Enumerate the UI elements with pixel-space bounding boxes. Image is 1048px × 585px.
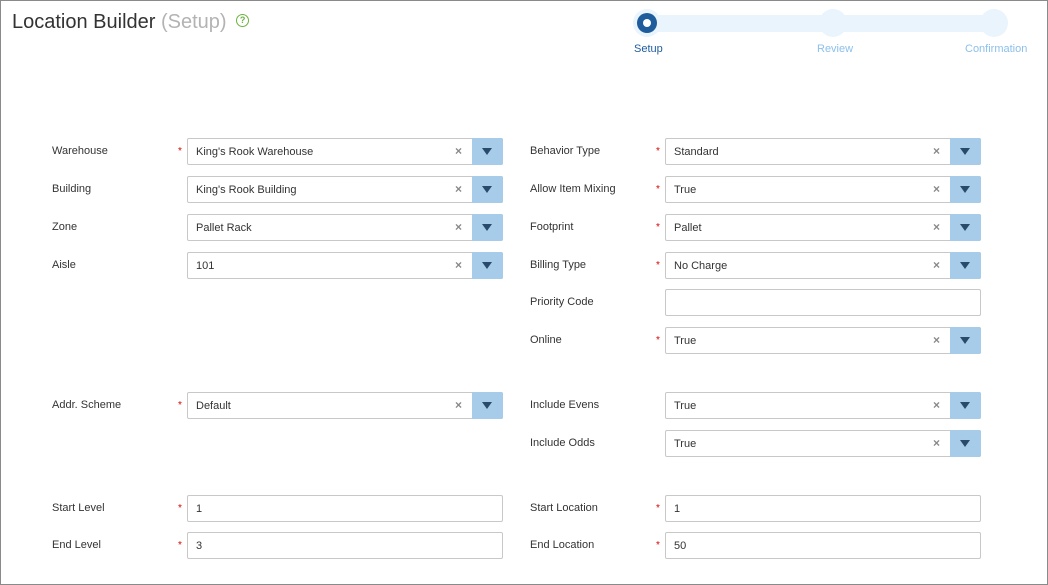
behavior-type-select[interactable]: Standard × — [665, 138, 981, 165]
allow-item-mixing-select[interactable]: True × — [665, 176, 981, 203]
aisle-label: Aisle — [52, 259, 76, 271]
clear-icon[interactable]: × — [455, 220, 462, 234]
behavior-type-value: Standard — [674, 146, 719, 158]
wizard-step-setup-label: Setup — [634, 43, 663, 55]
required-marker: * — [178, 400, 182, 411]
end-location-label: End Location — [530, 539, 595, 551]
required-marker: * — [656, 184, 660, 195]
clear-icon[interactable]: × — [933, 436, 940, 450]
clear-icon[interactable]: × — [933, 220, 940, 234]
clear-icon[interactable]: × — [933, 144, 940, 158]
required-marker: * — [656, 335, 660, 346]
start-level-value: 1 — [196, 503, 203, 515]
chevron-down-icon[interactable] — [950, 214, 981, 241]
chevron-down-icon[interactable] — [472, 138, 503, 165]
chevron-down-icon[interactable] — [472, 176, 503, 203]
billing-type-select[interactable]: No Charge × — [665, 252, 981, 279]
billing-type-label: Billing Type — [530, 259, 587, 271]
warehouse-label: Warehouse — [52, 145, 108, 157]
clear-icon[interactable]: × — [933, 333, 940, 347]
addr-scheme-label: Addr. Scheme — [52, 399, 122, 411]
footprint-select[interactable]: Pallet × — [665, 214, 981, 241]
required-marker: * — [656, 503, 660, 514]
chevron-down-icon[interactable] — [950, 138, 981, 165]
warehouse-select[interactable]: King's Rook Warehouse × — [187, 138, 503, 165]
wizard-step-confirmation-dot — [980, 9, 1008, 37]
include-odds-label: Include Odds — [530, 437, 595, 449]
footprint-value: Pallet — [674, 222, 702, 234]
online-label: Online — [530, 334, 562, 346]
online-value: True — [674, 335, 697, 347]
include-evens-label: Include Evens — [530, 399, 600, 411]
addr-scheme-value: Default — [196, 400, 231, 412]
aisle-select[interactable]: 101 × — [187, 252, 503, 279]
include-evens-select[interactable]: True × — [665, 392, 981, 419]
aisle-value: 101 — [196, 260, 215, 272]
clear-icon[interactable]: × — [455, 144, 462, 158]
chevron-down-icon[interactable] — [472, 214, 503, 241]
clear-icon[interactable]: × — [933, 182, 940, 196]
building-label: Building — [52, 183, 92, 195]
priority-code-label: Priority Code — [530, 296, 594, 308]
allow-item-mixing-value: True — [674, 184, 697, 196]
chevron-down-icon[interactable] — [950, 327, 981, 354]
required-marker: * — [178, 540, 182, 551]
clear-icon[interactable]: × — [455, 182, 462, 196]
required-marker: * — [656, 260, 660, 271]
wizard-step-review-dot — [819, 9, 847, 37]
addr-scheme-select[interactable]: Default × — [187, 392, 503, 419]
start-location-input[interactable]: 1 — [665, 495, 981, 522]
end-location-value: 50 — [674, 540, 687, 552]
clear-icon[interactable]: × — [933, 398, 940, 412]
allow-item-mixing-label: Allow Item Mixing — [530, 183, 616, 195]
end-location-input[interactable]: 50 — [665, 532, 981, 559]
end-level-value: 3 — [196, 540, 203, 552]
wizard-step-setup-dot — [633, 9, 661, 37]
building-value: King's Rook Building — [196, 184, 297, 196]
start-location-label: Start Location — [530, 502, 598, 514]
end-level-label: End Level — [52, 539, 101, 551]
footprint-label: Footprint — [530, 221, 574, 233]
chevron-down-icon[interactable] — [472, 392, 503, 419]
start-level-label: Start Level — [52, 502, 105, 514]
required-marker: * — [178, 503, 182, 514]
start-location-value: 1 — [674, 503, 681, 515]
priority-code-input[interactable] — [665, 289, 981, 316]
required-marker: * — [656, 540, 660, 551]
chevron-down-icon[interactable] — [950, 430, 981, 457]
chevron-down-icon[interactable] — [950, 392, 981, 419]
include-evens-value: True — [674, 400, 697, 412]
wizard-step-review-label: Review — [817, 43, 854, 55]
zone-value: Pallet Rack — [196, 222, 252, 234]
required-marker: * — [656, 146, 660, 157]
zone-select[interactable]: Pallet Rack × — [187, 214, 503, 241]
behavior-type-label: Behavior Type — [530, 145, 601, 157]
help-icon[interactable]: ? — [236, 14, 250, 27]
clear-icon[interactable]: × — [455, 398, 462, 412]
include-odds-value: True — [674, 438, 697, 450]
billing-type-value: No Charge — [674, 260, 728, 272]
page-title-text: Location Builder — [12, 11, 156, 33]
chevron-down-icon[interactable] — [472, 252, 503, 279]
end-level-input[interactable]: 3 — [187, 532, 503, 559]
online-select[interactable]: True × — [665, 327, 981, 354]
building-select[interactable]: King's Rook Building × — [187, 176, 503, 203]
chevron-down-icon[interactable] — [950, 176, 981, 203]
zone-label: Zone — [52, 221, 78, 233]
chevron-down-icon[interactable] — [950, 252, 981, 279]
wizard-step-confirmation-label: Confirmation — [965, 43, 1028, 55]
start-level-input[interactable]: 1 — [187, 495, 503, 522]
warehouse-value: King's Rook Warehouse — [196, 146, 314, 158]
clear-icon[interactable]: × — [455, 258, 462, 272]
clear-icon[interactable]: × — [933, 258, 940, 272]
include-odds-select[interactable]: True × — [665, 430, 981, 457]
required-marker: * — [656, 222, 660, 233]
required-marker: * — [178, 146, 182, 157]
page-subtitle: (Setup) — [161, 11, 227, 33]
page-title: Location Builder (Setup) ? — [12, 11, 250, 34]
